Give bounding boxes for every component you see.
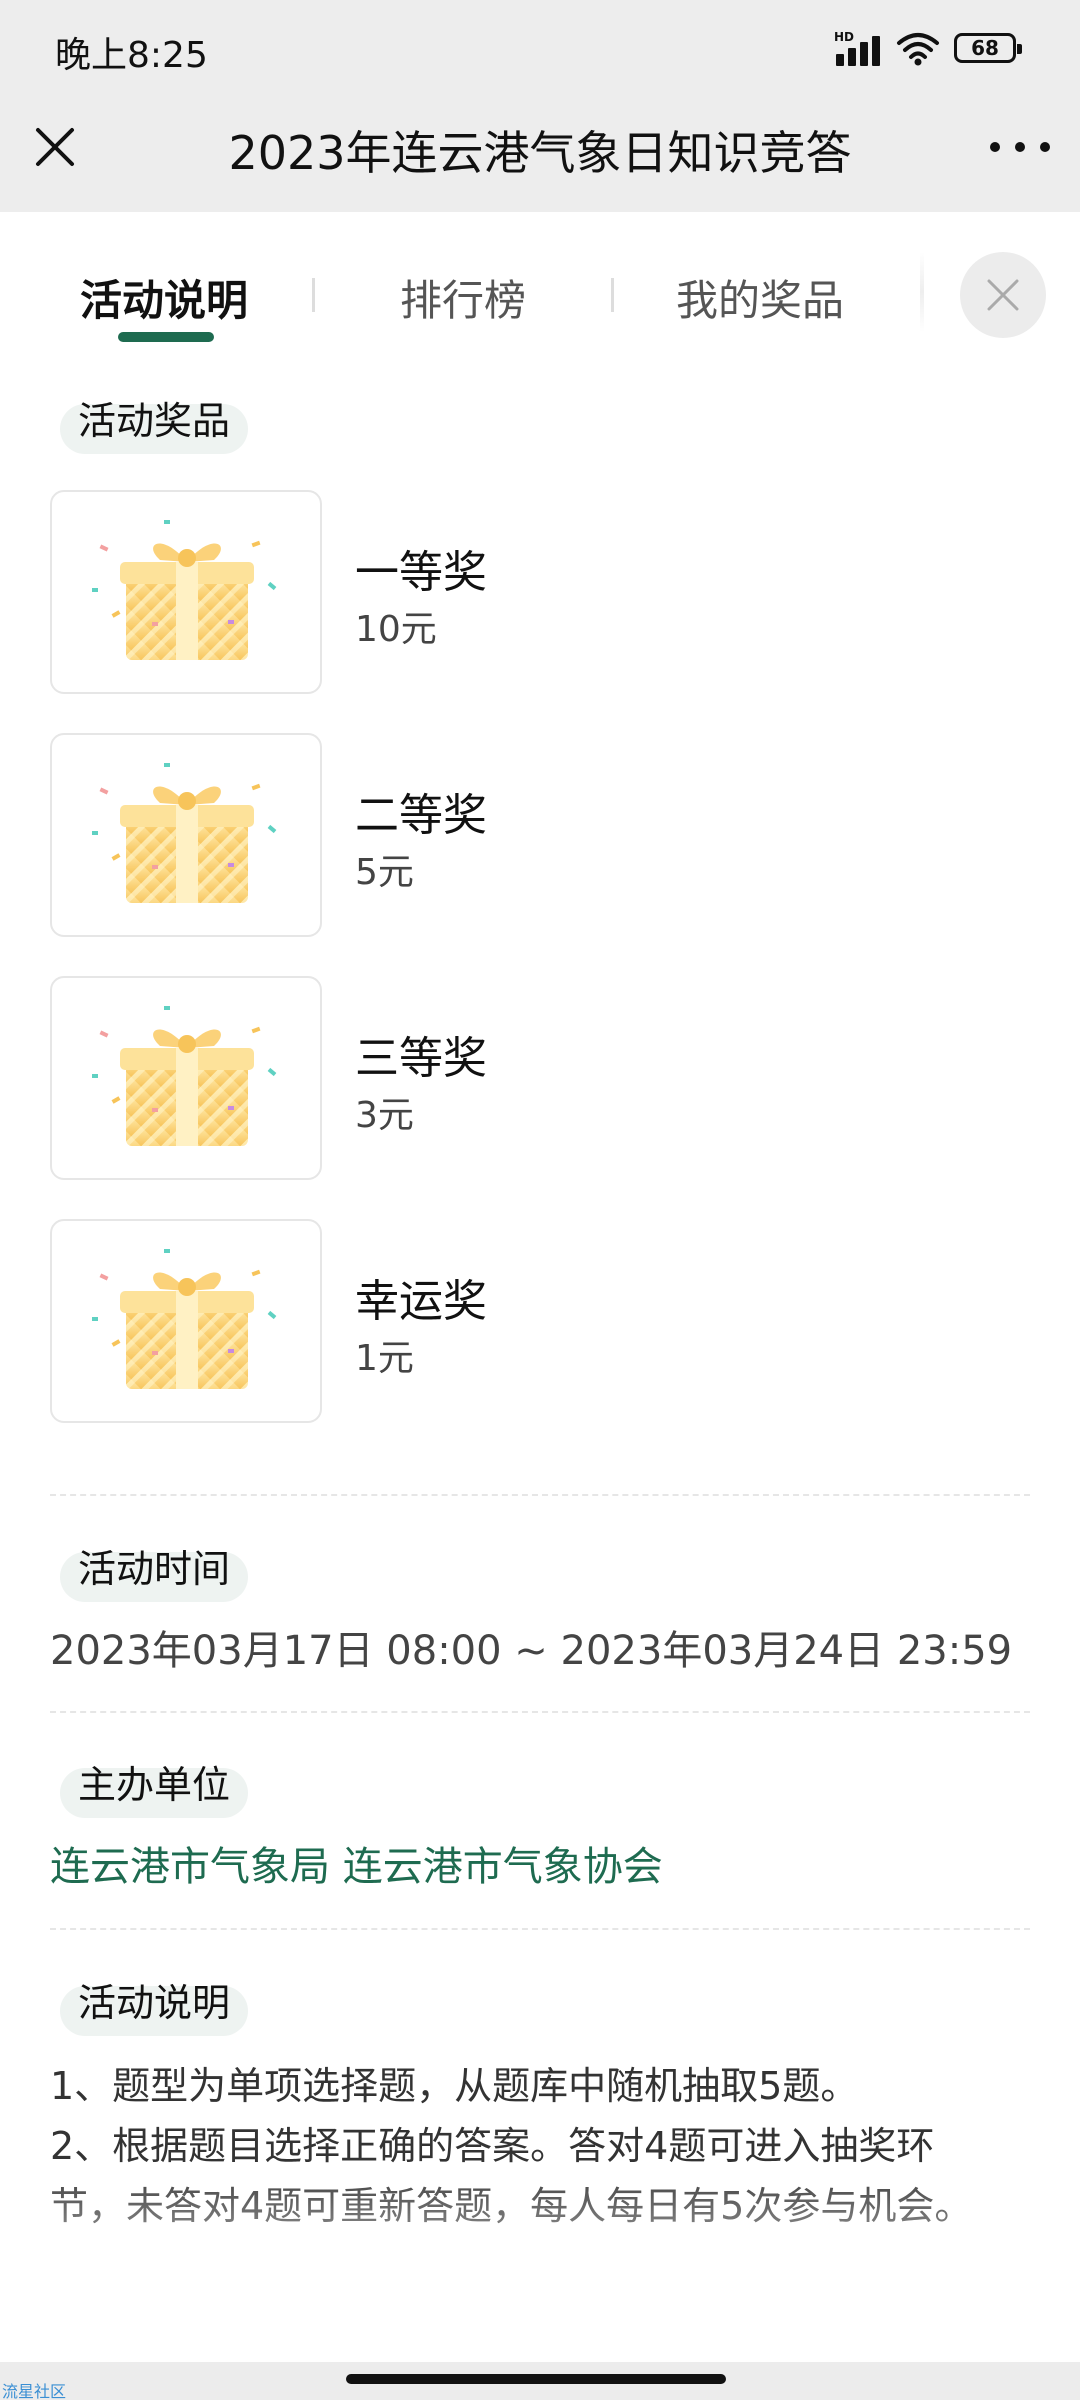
prize-card: 一等奖 10元 (50, 490, 1050, 694)
prize-name: 一等奖 (355, 547, 487, 598)
section-label-text: 活动奖品 (78, 398, 231, 443)
prize-name: 三等奖 (355, 1033, 487, 1084)
prize-name: 幸运奖 (355, 1276, 487, 1327)
section-label-time: 活动时间 (60, 1547, 249, 1602)
tab-my-prizes[interactable]: 我的奖品 (676, 267, 844, 328)
signal-icon: HD (834, 30, 882, 66)
activity-description: 1、题型为单项选择题，从题库中随机抽取5题。 2、根据题目选择正确的答案。答对4… (50, 2056, 1010, 2236)
section-label-text: 活动时间 (78, 1546, 231, 1591)
tab-leaderboard[interactable]: 排行榜 (400, 267, 526, 328)
prize-value: 10元 (355, 609, 437, 650)
prize-name: 二等奖 (355, 790, 487, 841)
prize-card: 二等奖 5元 (50, 733, 1050, 937)
watermark-text: 流星社区 (2, 2382, 67, 2400)
description-line: 2、根据题目选择正确的答案。答对4题可进入抽奖环节，未答对4题可重新答题，每人每… (50, 2124, 973, 2228)
section-label-description: 活动说明 (60, 1981, 249, 2036)
close-tabs-button[interactable] (960, 252, 1046, 338)
section-label-organizer: 主办单位 (60, 1763, 249, 1818)
section-divider (50, 1928, 1030, 1930)
section-divider (50, 1494, 1030, 1496)
prize-value: 3元 (355, 1095, 414, 1136)
prize-card: 幸运奖 1元 (50, 1219, 1050, 1423)
status-bar: 晚上8:25 HD 68 (0, 0, 1080, 100)
prize-value: 1元 (355, 1338, 414, 1379)
gift-icon (50, 1219, 322, 1423)
description-line: 1、题型为单项选择题，从题库中随机抽取5题。 (50, 2064, 859, 2108)
battery-level: 68 (971, 36, 999, 60)
organizer-names: 连云港市气象局 连云港市气象协会 (50, 1844, 663, 1890)
status-time: 晚上8:25 (55, 35, 208, 76)
activity-time: 2023年03月17日 08:00 ~ 2023年03月24日 23:59 (50, 1628, 1013, 1674)
tab-activity-info[interactable]: 活动说明 (80, 267, 248, 328)
gift-icon (92, 520, 277, 660)
close-icon (987, 279, 1019, 311)
wifi-icon (897, 33, 939, 66)
section-label-text: 活动说明 (78, 1980, 231, 2025)
status-icons: HD 68 (834, 30, 1022, 66)
tabs-scroll-fade (920, 252, 924, 332)
prize-card: 三等奖 3元 (50, 976, 1050, 1180)
more-options-icon[interactable] (990, 122, 1050, 172)
home-indicator[interactable] (346, 2374, 726, 2384)
gift-icon (50, 733, 322, 937)
nav-bar: 2023年连云港气象日知识竞答 (0, 100, 1080, 212)
gift-icon (92, 763, 277, 903)
gift-icon (92, 1006, 277, 1146)
page-title: 2023年连云港气象日知识竞答 (228, 126, 852, 180)
gift-icon (50, 976, 322, 1180)
tab-bar: 活动说明 排行榜 我的奖品 (0, 212, 1080, 362)
prize-value: 5元 (355, 852, 414, 893)
active-tab-indicator (118, 332, 214, 342)
section-label-text: 主办单位 (78, 1762, 231, 1807)
section-label-prizes: 活动奖品 (60, 399, 249, 454)
gift-icon (92, 1249, 277, 1389)
tab-separator (611, 278, 614, 312)
section-divider (50, 1711, 1030, 1713)
gift-icon (50, 490, 322, 694)
battery-icon: 68 (954, 33, 1022, 63)
tab-separator (312, 278, 315, 312)
